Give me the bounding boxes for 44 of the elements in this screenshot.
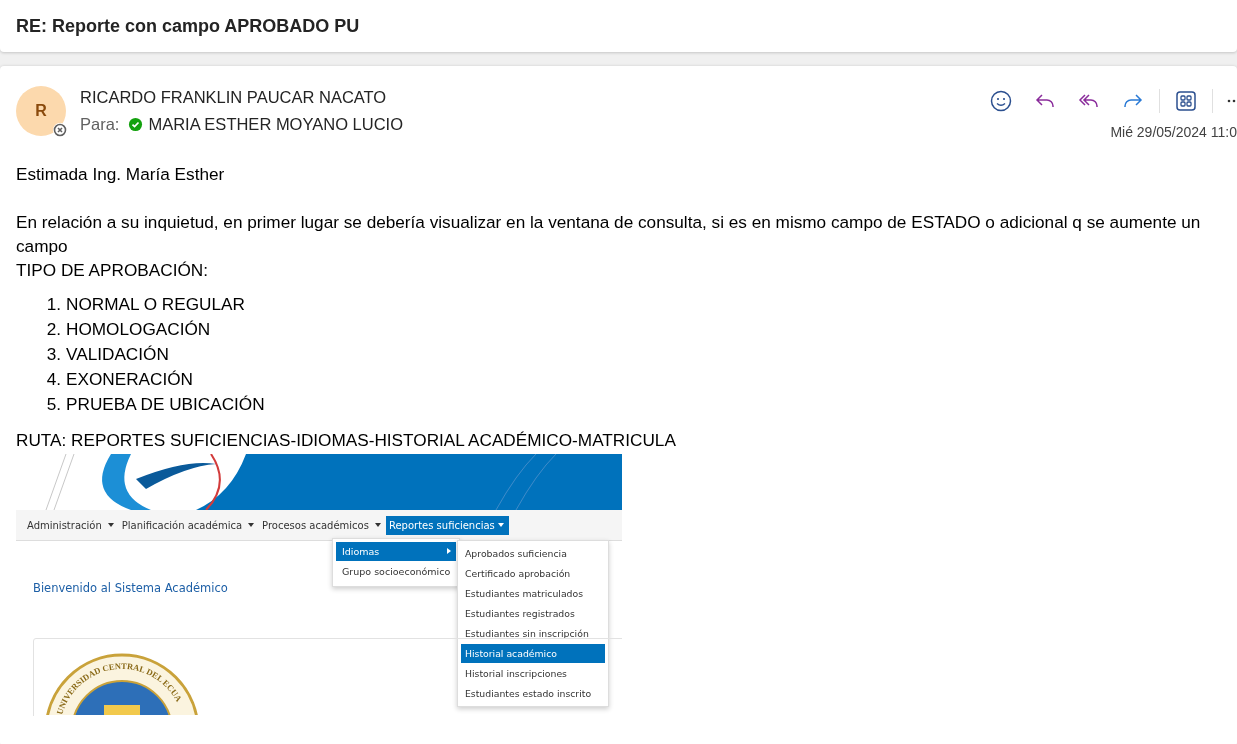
list-item: VALIDACIÓN [66,343,169,366]
list-item: PRUEBA DE UBICACIÓN [66,393,265,416]
message-date: Mié 29/05/2024 11:0 [1110,124,1237,140]
avatar[interactable]: R [16,86,66,136]
body-paragraph: En relación a su inquietud, en primer lugar se debería visualizar en la ventana de consulta, si es en mismo campo de ESTADO o adicional q se aumente un campo [16,211,1202,258]
list-item: NORMAL O REGULAR [66,293,245,316]
menu-item[interactable]: Idiomas [336,542,456,561]
menu-item[interactable]: Historial inscripciones [461,664,605,683]
recipient-name[interactable]: MARIA ESTHER MOYANO LUCIO [148,115,403,134]
nav-menu-item[interactable]: Administración [24,515,105,535]
list-number: 5. [46,393,61,416]
apps-icon[interactable] [1174,89,1198,113]
menu-item[interactable]: Historial académico [461,644,605,663]
greeting-text: Estimada Ing. María Esther [16,163,226,186]
email-subject: RE: Reporte con campo APROBADO PU [16,15,360,37]
welcome-text: Bienvenido al Sistema Académico [33,581,228,595]
menu-item[interactable]: Estudiantes sin inscripción [461,624,605,643]
list-heading: TIPO DE APROBACIÓN: [16,259,209,282]
available-status-icon [128,117,144,132]
route-text: RUTA: REPORTES SUFICIENCIAS-IDIOMAS-HISTORIAL ACADÉMICO-MATRICULA [16,429,677,452]
menu-item[interactable]: Certificado aprobación [461,564,605,583]
emoji-icon[interactable] [989,89,1013,113]
list-number: 4. [46,368,61,391]
list-item: HOMOLOGACIÓN [66,318,211,341]
list-number: 2. [46,318,61,341]
menu-item[interactable]: Aprobados suficiencia [461,544,605,563]
menu-item[interactable]: Estudiantes matriculados [461,584,605,603]
menu-item[interactable]: Grupo socioeconómico [336,562,456,581]
list-number: 1. [46,293,61,316]
list-item: EXONERACIÓN [66,368,194,391]
to-label: Para: [80,115,120,134]
menu-item[interactable]: Estudiantes estado inscrito [461,684,605,703]
menu-item[interactable]: Estudiantes registrados [461,604,605,623]
nav-menu-item[interactable]: Planificación académica [118,515,246,535]
caret-icon [107,523,114,527]
more-icon[interactable] [1227,99,1237,103]
caret-icon [248,523,255,527]
nav-menu-item[interactable]: Reportes suficiencias [385,515,509,535]
nav-menu-item[interactable]: Procesos académicos [259,515,372,535]
offline-status-icon [52,122,68,138]
caret-icon [497,523,504,527]
list-number: 3. [46,343,61,366]
sender-name[interactable]: RICARDO FRANKLIN PAUCAR NACATO [80,88,403,107]
caret-icon [374,523,381,527]
